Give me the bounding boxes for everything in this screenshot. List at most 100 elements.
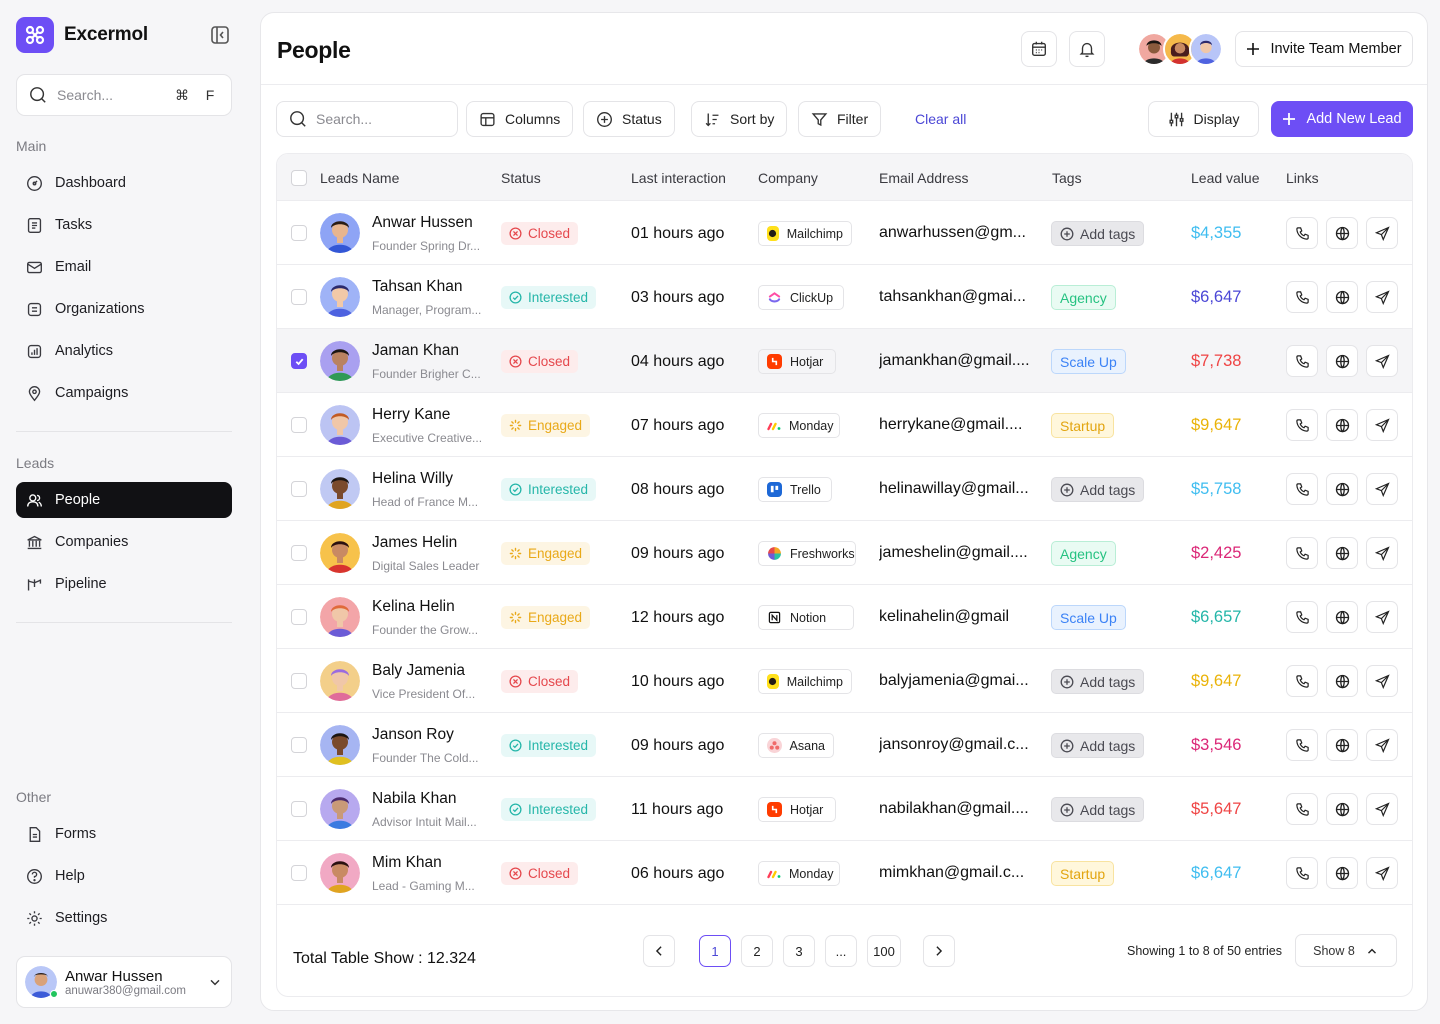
pagination-page-3[interactable]: 3 xyxy=(783,935,815,967)
sidebar-item-companies[interactable]: Companies xyxy=(16,524,232,560)
table-row[interactable]: Janson Roy Founder The Cold... Intereste… xyxy=(277,713,1412,777)
send-message-button[interactable] xyxy=(1366,217,1398,249)
sidebar-item-help[interactable]: Help xyxy=(16,858,232,894)
columns-button[interactable]: Columns xyxy=(466,101,574,137)
call-button[interactable] xyxy=(1286,857,1318,889)
sort-by-button[interactable]: Sort by xyxy=(691,101,788,137)
website-button[interactable] xyxy=(1326,281,1358,313)
lead-name[interactable]: Tahsan Khan xyxy=(372,278,463,296)
send-message-button[interactable] xyxy=(1366,473,1398,505)
email-address[interactable]: jameshelin@gmail.... xyxy=(879,544,1039,562)
sidebar-item-email[interactable]: Email xyxy=(16,249,232,285)
status-filter-button[interactable]: Status xyxy=(583,101,675,137)
send-message-button[interactable] xyxy=(1366,537,1398,569)
table-row[interactable]: Helina Willy Head of France M... Interes… xyxy=(277,457,1412,521)
company-chip[interactable]: Trello xyxy=(758,477,832,502)
sidebar-item-dashboard[interactable]: Dashboard xyxy=(16,165,232,201)
pagination-prev-button[interactable] xyxy=(643,935,675,967)
calendar-button[interactable] xyxy=(1021,31,1057,67)
display-button[interactable]: Display xyxy=(1148,101,1259,137)
email-address[interactable]: jansonroy@gmail.c... xyxy=(879,736,1039,754)
row-checkbox[interactable] xyxy=(291,481,307,497)
notifications-button[interactable] xyxy=(1069,31,1105,67)
add-new-lead-button[interactable]: Add New Lead xyxy=(1271,101,1413,137)
email-address[interactable]: kelinahelin@gmail xyxy=(879,608,1039,626)
row-checkbox[interactable] xyxy=(291,353,307,369)
call-button[interactable] xyxy=(1286,729,1318,761)
call-button[interactable] xyxy=(1286,281,1318,313)
pagination-next-button[interactable] xyxy=(923,935,955,967)
filter-button[interactable]: Filter xyxy=(798,101,882,137)
call-button[interactable] xyxy=(1286,409,1318,441)
lead-name[interactable]: Helina Willy xyxy=(372,470,453,488)
send-message-button[interactable] xyxy=(1366,409,1398,441)
call-button[interactable] xyxy=(1286,217,1318,249)
row-checkbox[interactable] xyxy=(291,289,307,305)
add-tags-button[interactable]: Add tags xyxy=(1051,797,1145,822)
column-header-email[interactable]: Email Address xyxy=(879,170,968,186)
tag-badge[interactable]: Scale Up xyxy=(1051,605,1126,630)
table-search-input[interactable]: Search... xyxy=(276,101,458,137)
tag-badge[interactable]: Startup xyxy=(1051,413,1115,438)
row-checkbox[interactable] xyxy=(291,673,307,689)
lead-name[interactable]: James Helin xyxy=(372,534,457,552)
row-checkbox[interactable] xyxy=(291,737,307,753)
company-chip[interactable]: Mailchimp xyxy=(758,669,852,694)
website-button[interactable] xyxy=(1326,409,1358,441)
email-address[interactable]: herrykane@gmail.... xyxy=(879,416,1039,434)
pagination-page-100[interactable]: 100 xyxy=(867,935,901,967)
invite-team-member-button[interactable]: Invite Team Member xyxy=(1235,31,1413,67)
pagination-page-2[interactable]: 2 xyxy=(741,935,773,967)
send-message-button[interactable] xyxy=(1366,793,1398,825)
website-button[interactable] xyxy=(1326,857,1358,889)
column-header-leads-name[interactable]: Leads Name xyxy=(320,170,399,186)
sidebar-item-analytics[interactable]: Analytics xyxy=(16,333,232,369)
column-header-company[interactable]: Company xyxy=(758,170,818,186)
pagination-page-1[interactable]: 1 xyxy=(699,935,731,967)
lead-name[interactable]: Anwar Hussen xyxy=(372,214,473,232)
email-address[interactable]: nabilakhan@gmail.... xyxy=(879,800,1039,818)
sidebar-search-input[interactable]: Search... ⌘ F xyxy=(16,74,232,116)
company-chip[interactable]: Mailchimp xyxy=(758,221,852,246)
lead-name[interactable]: Baly Jamenia xyxy=(372,662,465,680)
email-address[interactable]: anwarhussen@gm... xyxy=(879,224,1039,242)
table-row[interactable]: Mim Khan Lead - Gaming M... Closed 06 ho… xyxy=(277,841,1412,905)
lead-name[interactable]: Jaman Khan xyxy=(372,342,459,360)
page-size-select[interactable]: Show 8 xyxy=(1295,934,1397,967)
call-button[interactable] xyxy=(1286,345,1318,377)
company-chip[interactable]: Asana xyxy=(758,733,834,758)
call-button[interactable] xyxy=(1286,473,1318,505)
email-address[interactable]: balyjamenia@gmai... xyxy=(879,672,1039,690)
add-tags-button[interactable]: Add tags xyxy=(1051,477,1145,502)
website-button[interactable] xyxy=(1326,665,1358,697)
sidebar-item-settings[interactable]: Settings xyxy=(16,900,232,936)
table-row[interactable]: Kelina Helin Founder the Grow... Engaged… xyxy=(277,585,1412,649)
row-checkbox[interactable] xyxy=(291,545,307,561)
email-address[interactable]: tahsankhan@gmai... xyxy=(879,288,1039,306)
website-button[interactable] xyxy=(1326,345,1358,377)
send-message-button[interactable] xyxy=(1366,345,1398,377)
send-message-button[interactable] xyxy=(1366,665,1398,697)
add-tags-button[interactable]: Add tags xyxy=(1051,733,1145,758)
website-button[interactable] xyxy=(1326,729,1358,761)
lead-name[interactable]: Janson Roy xyxy=(372,726,454,744)
website-button[interactable] xyxy=(1326,793,1358,825)
lead-name[interactable]: Nabila Khan xyxy=(372,790,456,808)
sidebar-item-pipeline[interactable]: Pipeline xyxy=(16,566,232,602)
lead-name[interactable]: Herry Kane xyxy=(372,406,450,424)
company-chip[interactable]: Freshworks xyxy=(758,541,856,566)
company-chip[interactable]: Monday xyxy=(758,413,840,438)
add-tags-button[interactable]: Add tags xyxy=(1051,221,1145,246)
table-row[interactable]: Anwar Hussen Founder Spring Dr... Closed… xyxy=(277,201,1412,265)
lead-name[interactable]: Kelina Helin xyxy=(372,598,455,616)
tag-badge[interactable]: Startup xyxy=(1051,861,1115,886)
table-row[interactable]: Jaman Khan Founder Brigher C... Closed 0… xyxy=(277,329,1412,393)
sidebar-item-tasks[interactable]: Tasks xyxy=(16,207,232,243)
add-tags-button[interactable]: Add tags xyxy=(1051,669,1145,694)
row-checkbox[interactable] xyxy=(291,417,307,433)
table-row[interactable]: Nabila Khan Advisor Intuit Mail... Inter… xyxy=(277,777,1412,841)
website-button[interactable] xyxy=(1326,537,1358,569)
team-avatars[interactable] xyxy=(1137,32,1223,66)
send-message-button[interactable] xyxy=(1366,729,1398,761)
row-checkbox[interactable] xyxy=(291,225,307,241)
